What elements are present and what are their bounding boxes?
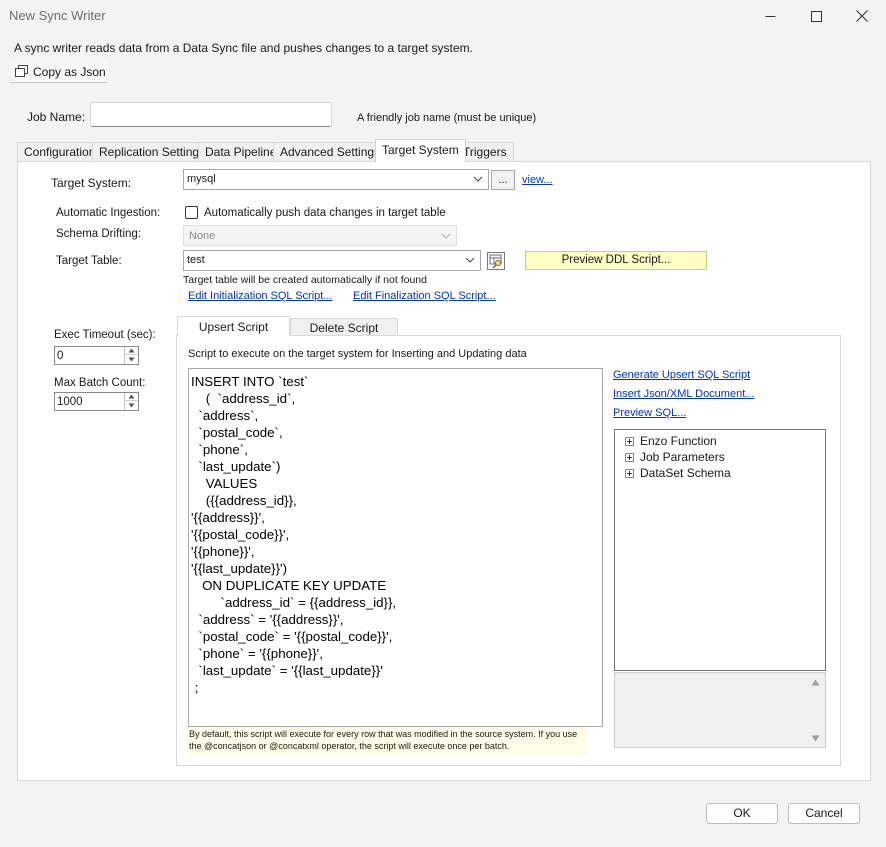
target-table-note: Target table will be created automatical… — [183, 274, 427, 286]
tab-delete-script[interactable]: Delete Script — [290, 318, 398, 336]
target-table-select[interactable]: test — [183, 250, 481, 271]
minimize-icon — [765, 15, 775, 17]
upsert-script-text: INSERT INTO `test` ( `address_id`, `addr… — [191, 374, 397, 695]
max-batch-stepper[interactable]: 1000 — [54, 392, 139, 411]
target-system-select[interactable]: mysql — [183, 169, 489, 190]
minimize-button[interactable] — [747, 0, 793, 32]
chevron-down-icon — [465, 257, 475, 263]
close-icon — [856, 10, 868, 22]
max-batch-value: 1000 — [57, 396, 83, 408]
copy-icon — [15, 65, 28, 77]
schema-drifting-select[interactable]: None — [183, 225, 457, 246]
copy-as-json-label: Copy as Json — [33, 64, 106, 79]
browse-target-system-button[interactable]: ... — [491, 170, 515, 190]
script-caption: Script to execute on the target system f… — [188, 348, 527, 360]
tree-node-label: DataSet Schema — [640, 466, 731, 480]
scroll-up-icon[interactable] — [811, 679, 820, 686]
exec-timeout-value: 0 — [57, 350, 64, 362]
automatic-ingestion-text: Automatically push data changes in targe… — [204, 207, 446, 219]
job-name-label: Job Name: — [27, 110, 86, 124]
window-title: New Sync Writer — [9, 8, 106, 23]
chevron-down-icon — [441, 233, 451, 239]
tab-data-pipeline[interactable]: Data Pipeline — [198, 142, 284, 162]
target-table-value: test — [187, 254, 205, 266]
stepper-up-icon[interactable] — [125, 347, 138, 355]
job-name-hint: A friendly job name (must be unique) — [357, 112, 537, 124]
exec-timeout-stepper[interactable]: 0 — [54, 346, 139, 365]
expand-icon[interactable] — [625, 452, 634, 462]
tab-advanced-settings[interactable]: Advanced Settings — [273, 142, 388, 162]
schema-tree: Enzo Function Job Parameters DataSet Sch… — [614, 429, 826, 671]
edit-final-sql-link[interactable]: Edit Finalization SQL Script... — [353, 290, 496, 302]
tree-node-label: Enzo Function — [640, 434, 717, 448]
view-target-system-link[interactable]: view... — [522, 174, 553, 186]
tree-node-dataset-schema[interactable]: DataSet Schema — [625, 466, 731, 480]
expand-icon[interactable] — [625, 436, 634, 446]
tree-node-job-parameters[interactable]: Job Parameters — [625, 450, 725, 464]
tab-configuration[interactable]: Configuration — [17, 142, 103, 162]
max-batch-label: Max Batch Count: — [54, 377, 146, 389]
tree-node-enzo-function[interactable]: Enzo Function — [625, 434, 717, 448]
copy-as-json-button[interactable]: Copy as Json — [10, 61, 107, 83]
maximize-button[interactable] — [793, 0, 839, 32]
automatic-ingestion-label: Automatic Ingestion: — [56, 207, 161, 219]
close-button[interactable] — [839, 0, 885, 32]
preview-ddl-button[interactable]: Preview DDL Script... — [525, 251, 707, 270]
edit-init-sql-link[interactable]: Edit Initialization SQL Script... — [188, 290, 333, 302]
generate-upsert-link[interactable]: Generate Upsert SQL Script — [613, 369, 750, 381]
target-table-label: Target Table: — [56, 255, 122, 267]
dialog-description: A sync writer reads data from a Data Syn… — [14, 41, 473, 55]
ok-button[interactable]: OK — [706, 803, 778, 824]
scroll-down-icon[interactable] — [811, 735, 820, 742]
tab-replication-settings[interactable]: Replication Settings — [92, 142, 213, 162]
script-note: By default, this script will execute for… — [188, 727, 587, 755]
cancel-button[interactable]: Cancel — [788, 803, 860, 824]
tree-node-label: Job Parameters — [640, 450, 725, 464]
stepper-up-icon[interactable] — [125, 393, 138, 401]
maximize-icon — [810, 10, 822, 22]
schema-drifting-label: Schema Drifting: — [56, 228, 142, 240]
stepper-down-icon[interactable] — [125, 355, 138, 363]
details-pane — [614, 672, 826, 748]
exec-timeout-label: Exec Timeout (sec): — [54, 329, 156, 341]
tab-upsert-script[interactable]: Upsert Script — [177, 316, 290, 336]
tab-target-system[interactable]: Target System — [375, 139, 466, 162]
chevron-down-icon — [473, 176, 483, 182]
table-search-icon — [489, 254, 502, 269]
stepper-down-icon[interactable] — [125, 401, 138, 409]
schema-drifting-value: None — [189, 230, 216, 242]
browse-table-button[interactable] — [487, 252, 505, 270]
target-system-value: mysql — [187, 173, 216, 185]
expand-icon[interactable] — [625, 468, 634, 478]
preview-sql-link[interactable]: Preview SQL... — [613, 407, 686, 419]
insert-json-xml-link[interactable]: Insert Json/XML Document... — [613, 388, 754, 400]
automatic-ingestion-checkbox[interactable] — [185, 206, 198, 219]
target-system-label: Target System: — [51, 176, 132, 190]
job-name-input[interactable] — [90, 102, 332, 127]
upsert-script-editor[interactable]: INSERT INTO `test` ( `address_id`, `addr… — [188, 368, 603, 727]
